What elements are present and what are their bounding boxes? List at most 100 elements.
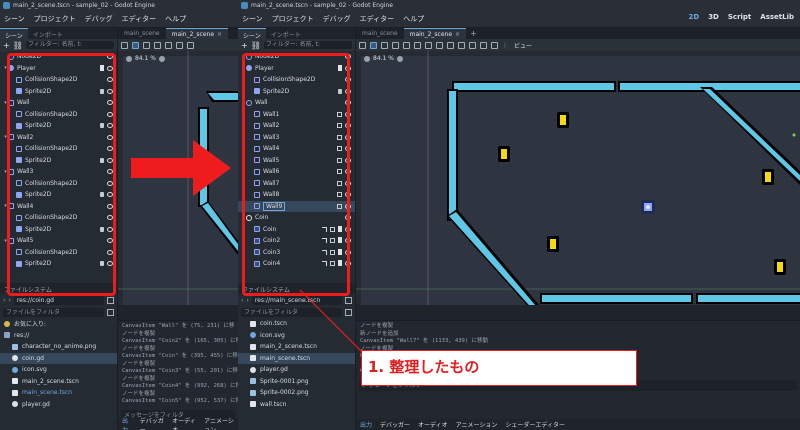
file-item[interactable]: wall.tscn	[238, 399, 355, 411]
tree-node[interactable]: ▾ Wall3	[0, 166, 117, 178]
tree-node[interactable]: ▾ Coin	[238, 212, 355, 224]
eye-icon[interactable]	[107, 65, 113, 71]
tree-node[interactable]: Coin2	[238, 235, 355, 247]
menu-item[interactable]: デバッグ	[85, 14, 113, 24]
close-icon[interactable]: ×	[455, 31, 460, 38]
tree-node[interactable]: Sprite2D	[0, 86, 117, 98]
eye-icon[interactable]	[107, 226, 113, 232]
file-item[interactable]: res://	[0, 330, 117, 342]
eye-icon[interactable]	[345, 203, 351, 209]
menu-item[interactable]: ヘルプ	[403, 14, 424, 24]
file-item[interactable]: player.gd	[0, 399, 117, 411]
mode-2d[interactable]: 2D	[689, 13, 700, 21]
tree-node[interactable]: Coin	[238, 224, 355, 236]
signal-icon[interactable]	[322, 261, 327, 266]
file-item[interactable]: Sprite-0001.png	[238, 376, 355, 388]
tree-node[interactable]: Sprite2D	[0, 189, 117, 201]
tree-node[interactable]: Wall1	[238, 109, 355, 121]
lock-icon[interactable]	[100, 123, 104, 128]
eye-icon[interactable]	[107, 100, 113, 105]
menu-item[interactable]: プロジェクト	[34, 14, 76, 24]
script-icon[interactable]	[338, 225, 342, 232]
scene-tab-main-2-scene[interactable]: main_2_scene ×	[165, 28, 229, 39]
tree-node[interactable]: Coin4	[238, 258, 355, 270]
mode-3d[interactable]: 3D	[708, 13, 719, 21]
scale-tool-icon[interactable]	[392, 41, 399, 49]
lock-icon[interactable]	[338, 88, 342, 94]
bottom-panel-tab[interactable]: アニメーション	[456, 420, 498, 429]
eye-icon[interactable]	[345, 169, 351, 174]
group-icon[interactable]	[330, 226, 335, 232]
eye-icon[interactable]	[345, 123, 351, 128]
eye-icon[interactable]	[107, 261, 113, 266]
eye-icon[interactable]	[345, 226, 351, 232]
scene-tab-main-scene[interactable]: main_scene	[118, 28, 166, 39]
eye-icon[interactable]	[107, 249, 113, 255]
add-node-button[interactable]: +	[3, 41, 10, 50]
tab-import[interactable]: インポート	[28, 28, 68, 39]
tree-node[interactable]: Wall4	[238, 143, 355, 155]
lock-icon[interactable]	[100, 192, 104, 197]
mode-assetlib[interactable]: AssetLib	[760, 13, 794, 21]
list-tool-icon[interactable]	[403, 41, 410, 49]
tree-node[interactable]: Coin3	[238, 247, 355, 259]
tree-node[interactable]: CollisionShape2D	[0, 247, 117, 259]
tree-node[interactable]: ▾ Wall4	[0, 201, 117, 213]
eye-icon[interactable]	[107, 157, 113, 163]
bottom-panel-tab[interactable]: 出力	[122, 416, 132, 430]
script-icon[interactable]	[100, 64, 104, 71]
node-filter-input[interactable]: フィルター: 名前, t:	[263, 41, 352, 49]
script-icon[interactable]	[338, 260, 342, 266]
tree-node[interactable]: Wall9	[238, 200, 355, 212]
forward-arrow-icon[interactable]: ›	[8, 297, 10, 304]
tab-scene[interactable]: シーン	[238, 28, 266, 40]
tree-node[interactable]: Wall8	[238, 189, 355, 201]
tree-node[interactable]: Wall6	[238, 166, 355, 178]
tree-node[interactable]: ▾ Player	[238, 63, 355, 75]
link-icon[interactable]: ⛓	[13, 41, 23, 50]
eye-icon[interactable]	[345, 249, 351, 255]
eye-icon[interactable]	[345, 100, 351, 105]
menu-item[interactable]: エディター	[360, 14, 395, 24]
tree-node[interactable]: ▾ Player	[0, 63, 117, 75]
menu-item[interactable]: シーン	[4, 14, 25, 24]
file-filter-input[interactable]: ファイルをフィルタ	[3, 307, 104, 317]
group-icon[interactable]	[330, 249, 335, 255]
more-icon[interactable]: ⋮	[502, 42, 508, 49]
eye-icon[interactable]	[107, 111, 113, 117]
eye-icon[interactable]	[107, 123, 113, 128]
split-view-icon[interactable]	[107, 296, 114, 304]
file-item[interactable]: main_2_scene.tscn	[0, 376, 117, 388]
group-icon[interactable]	[330, 261, 335, 266]
eye-icon[interactable]	[345, 157, 351, 163]
tree-node[interactable]: Wall7	[238, 178, 355, 190]
view-menu[interactable]: ビュー	[514, 41, 532, 50]
bottom-panel-tab[interactable]: デバッガー	[140, 416, 164, 430]
eye-icon[interactable]	[345, 146, 351, 151]
tree-node[interactable]: Wall5	[238, 155, 355, 167]
rotate-tool-icon[interactable]	[381, 41, 388, 49]
tree-node[interactable]: Sprite2D	[0, 224, 117, 236]
file-item[interactable]: player.gd	[238, 364, 355, 376]
tree-node[interactable]: Node2D	[0, 51, 117, 63]
forward-arrow-icon[interactable]: ›	[246, 297, 248, 304]
mode-script[interactable]: Script	[728, 13, 751, 21]
tree-node[interactable]: ▾ Wall2	[0, 132, 117, 144]
eye-icon[interactable]	[345, 77, 351, 82]
pivot-tool-icon[interactable]	[491, 41, 498, 49]
tree-node[interactable]: Node2D	[238, 51, 355, 63]
back-arrow-icon[interactable]: ‹	[3, 297, 5, 304]
eye-icon[interactable]	[345, 261, 351, 266]
tree-node[interactable]: ▾ Wall5	[0, 235, 117, 247]
script-icon[interactable]	[338, 64, 342, 71]
select-tool-icon[interactable]	[359, 41, 366, 49]
tree-node[interactable]: Sprite2D	[238, 86, 355, 98]
tab-scene[interactable]: シーン	[0, 28, 28, 40]
eye-icon[interactable]	[107, 88, 113, 94]
eye-icon[interactable]	[345, 134, 351, 140]
bone-tool-icon[interactable]	[480, 41, 487, 49]
tree-node[interactable]: Sprite2D	[0, 258, 117, 270]
tree-node[interactable]: CollisionShape2D	[0, 74, 117, 86]
group-icon[interactable]	[337, 169, 342, 174]
eye-icon[interactable]	[107, 134, 113, 140]
